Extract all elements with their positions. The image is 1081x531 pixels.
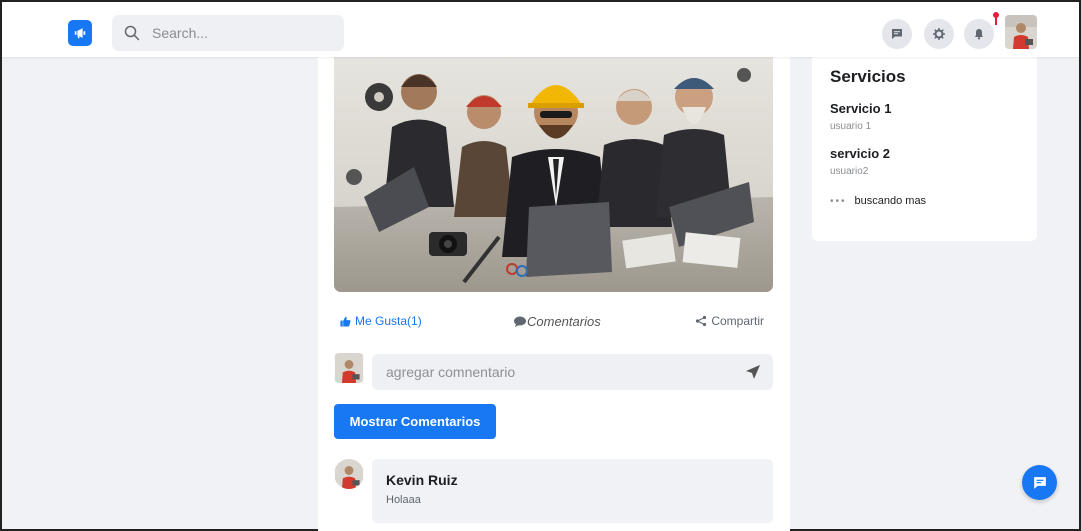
like-button[interactable]: Me Gusta(1) (340, 314, 422, 328)
search-icon (124, 25, 140, 41)
post-image[interactable] (334, 57, 773, 292)
ellipsis-icon: ••• (830, 195, 847, 207)
notification-badge-stem (995, 17, 997, 25)
comment-input[interactable] (386, 364, 726, 380)
chat-icon (1033, 476, 1046, 489)
top-navbar (2, 2, 1079, 57)
search-bar[interactable] (112, 15, 344, 51)
comments-label: Comentarios (527, 314, 601, 329)
service-name[interactable]: servicio 2 (830, 146, 1019, 161)
message-icon (892, 29, 902, 39)
service-user: usuario 1 (830, 121, 872, 132)
search-input[interactable] (152, 25, 312, 41)
like-label: Me Gusta(1) (355, 314, 422, 328)
messages-button[interactable] (882, 19, 912, 49)
share-button[interactable]: Compartir (695, 314, 764, 328)
share-icon (696, 315, 707, 327)
service-item[interactable]: servicio 2 usuario2 (830, 146, 1019, 177)
avatar-image (1005, 15, 1037, 49)
share-label: Compartir (711, 314, 764, 328)
more-services-link[interactable]: ••• buscando mas (830, 195, 1019, 207)
comment-item: Kevin Ruiz Holaaa (334, 459, 774, 525)
service-item[interactable]: Servicio 1 usuario 1 (830, 101, 1019, 132)
settings-button[interactable] (924, 19, 954, 49)
notifications-button[interactable] (964, 19, 994, 49)
bell-icon (974, 29, 984, 40)
post-actions: Me Gusta(1) Comentarios Compartir (334, 314, 774, 336)
services-title: Servicios (830, 67, 906, 86)
gear-icon (933, 28, 945, 40)
feed-column: Me Gusta(1) Comentarios Compartir agrega… (318, 57, 790, 531)
show-comments-button[interactable]: Mostrar Comentarios (334, 404, 496, 439)
comment-text: Holaaa (386, 494, 421, 506)
post-illustration (334, 57, 773, 292)
megaphone-icon (74, 28, 86, 39)
add-comment-row (334, 353, 774, 390)
comment-icon (514, 316, 526, 327)
comment-input-container (372, 354, 773, 390)
user-avatar[interactable] (1005, 15, 1037, 49)
service-user: usuario2 (830, 166, 869, 177)
services-card: Servicios Servicio 1 usuario 1 servicio … (812, 57, 1037, 241)
more-services-label: buscando mas (854, 195, 927, 207)
current-user-avatar (334, 353, 364, 383)
comment-author[interactable]: Kevin Ruiz (386, 472, 759, 488)
comment-bubble: Kevin Ruiz Holaaa (372, 459, 773, 523)
chat-button[interactable] (1022, 465, 1057, 500)
service-name[interactable]: Servicio 1 (830, 101, 1019, 116)
comment-author-avatar[interactable] (334, 459, 364, 489)
app-logo[interactable] (68, 20, 92, 46)
thumbs-up-icon (340, 316, 351, 327)
comments-button[interactable]: Comentarios (514, 314, 601, 329)
send-icon[interactable] (745, 364, 761, 380)
